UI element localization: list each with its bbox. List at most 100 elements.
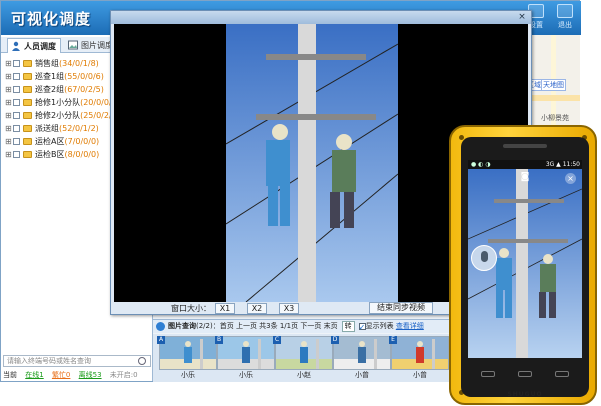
- phone-speaker: [503, 144, 547, 148]
- image-thumbnail[interactable]: C 小赵: [273, 336, 335, 380]
- end-sync-video-button[interactable]: 结束同步视频: [369, 302, 433, 314]
- thumbnail-picture[interactable]: [275, 336, 333, 370]
- microphone-icon[interactable]: [471, 245, 497, 271]
- expand-icon[interactable]: ⊞: [5, 99, 12, 107]
- group-count: (67/0/2/5): [64, 85, 104, 94]
- thumbnail-scene: [334, 339, 390, 369]
- group-name: 巡查1组: [35, 72, 65, 81]
- group-checkbox[interactable]: [13, 60, 20, 67]
- image-thumbnail[interactable]: A 小乐: [157, 336, 219, 380]
- group-name: 派送组: [35, 124, 59, 133]
- group-count: (55/0/0/6): [64, 72, 104, 81]
- image-query-title: 图片查询: [168, 322, 196, 330]
- expand-icon[interactable]: ⊞: [5, 125, 12, 133]
- map-place-label: 小柳景苑: [541, 114, 569, 122]
- screenshot-root: 可视化调度 设置 退出 × 人员调度: [0, 0, 601, 406]
- logout-button[interactable]: 退出: [552, 4, 578, 32]
- thumbnail-picture[interactable]: [217, 336, 275, 370]
- thumbnail-name: 小赵: [297, 371, 311, 379]
- close-icon[interactable]: ×: [517, 12, 527, 22]
- status-bar: 当前 在线1 繁忙0 离线53 未开启:0: [3, 370, 153, 380]
- group-label: 巡查2组(67/0/2/5): [35, 83, 104, 96]
- group-label: 抢修2小分队(25/0/2/8): [35, 109, 120, 122]
- folder-icon: [23, 138, 32, 145]
- expand-icon[interactable]: ⊞: [5, 86, 12, 94]
- video-window-titlebar[interactable]: ×: [111, 11, 531, 24]
- group-checkbox[interactable]: [13, 86, 20, 93]
- status-offline-link[interactable]: 离线53: [79, 371, 102, 379]
- size-x3-button[interactable]: X3: [279, 303, 299, 314]
- folder-icon: [23, 60, 32, 67]
- phone-back-key[interactable]: [555, 371, 569, 377]
- group-name: 运检A区: [35, 137, 65, 146]
- folder-icon: [23, 73, 32, 80]
- group-checkbox[interactable]: [13, 138, 20, 145]
- thumbnail-picture[interactable]: [333, 336, 391, 370]
- map-layer-tab[interactable]: 天地图: [541, 79, 566, 91]
- group-checkbox[interactable]: [13, 112, 20, 119]
- image-thumbnail[interactable]: D 小曾: [331, 336, 393, 380]
- thumbnail-picture[interactable]: [391, 336, 449, 370]
- group-label: 派送组(52/0/1/2): [35, 122, 99, 135]
- close-icon[interactable]: ×: [565, 173, 576, 184]
- logout-icon: [557, 4, 573, 18]
- folder-icon: [23, 99, 32, 106]
- group-count: (7/0/0/0): [64, 137, 100, 146]
- expand-icon[interactable]: ⊞: [5, 73, 12, 81]
- group-count: (52/0/1/2): [59, 124, 99, 133]
- tab-personnel-dispatch[interactable]: 人员调度: [7, 38, 61, 53]
- thumbnail-name: 小曾: [413, 371, 427, 379]
- status-online-link[interactable]: 在线1: [25, 371, 43, 379]
- expand-icon[interactable]: ⊞: [5, 151, 12, 159]
- show-list-label: 显示列表: [365, 322, 394, 330]
- thumbnail-letter: C: [273, 336, 281, 344]
- group-count: (8/0/0/0): [64, 150, 100, 159]
- group-checkbox[interactable]: [13, 125, 20, 132]
- size-x2-button[interactable]: X2: [247, 303, 267, 314]
- go-page-button[interactable]: 转: [341, 321, 355, 332]
- size-x1-button[interactable]: X1: [215, 303, 235, 314]
- group-label: 运检B区(8/0/0/0): [35, 148, 99, 161]
- status-busy-link[interactable]: 繁忙0: [52, 371, 70, 379]
- phone-status-icons: ● ◐ ◑: [471, 161, 491, 168]
- group-checkbox[interactable]: [13, 99, 20, 106]
- group-name: 销售组: [35, 59, 59, 68]
- search-input[interactable]: 请输入终端号码或姓名查询: [3, 355, 151, 367]
- thumbnail-scene: [276, 339, 332, 369]
- expand-icon[interactable]: ⊞: [5, 60, 12, 68]
- picture-icon: [68, 40, 78, 50]
- thumbnail-picture[interactable]: [159, 336, 217, 370]
- image-thumbnail[interactable]: E 小曾: [389, 336, 451, 380]
- group-checkbox[interactable]: [13, 151, 20, 158]
- group-checkbox[interactable]: [13, 73, 20, 80]
- thumbnail-scene: [218, 339, 274, 369]
- expand-icon[interactable]: ⊞: [5, 112, 12, 120]
- group-name: 运检B区: [35, 150, 65, 159]
- group-label: 销售组(34/0/1/8): [35, 57, 99, 70]
- show-list-checkbox[interactable]: [358, 321, 366, 334]
- rugged-phone: ● ◐ ◑ 3G ▲ 11:50 ◙ × SHUGUO: [449, 125, 597, 405]
- status-not-started: 未开启:0: [109, 371, 138, 379]
- image-thumbnail[interactable]: B 小乐: [215, 336, 277, 380]
- folder-icon: [23, 151, 32, 158]
- search-icon[interactable]: [138, 357, 146, 365]
- phone-brand-logo: SHUGUO: [507, 391, 543, 398]
- folder-icon: [23, 86, 32, 93]
- group-label: 运检A区(7/0/0/0): [35, 135, 99, 148]
- phone-menu-key[interactable]: [481, 371, 495, 377]
- thumbnail-name: 小乐: [181, 371, 195, 379]
- thumbnail-letter: A: [157, 336, 165, 344]
- thumbnail-letter: D: [331, 336, 339, 344]
- camera-switch-icon[interactable]: ◙: [519, 172, 531, 182]
- phone-home-key[interactable]: [518, 371, 532, 377]
- folder-icon: [23, 125, 32, 132]
- image-query-pager[interactable]: (2/2)：首页 上一页 共3条 1/1页 下一页 末页: [196, 322, 338, 330]
- group-label: 抢修1小分队(20/0/0/1): [35, 96, 120, 109]
- phone-body: ● ◐ ◑ 3G ▲ 11:50 ◙ × SHUGUO: [449, 125, 597, 405]
- folder-icon: [23, 112, 32, 119]
- view-detail-link[interactable]: 查看详细: [396, 322, 424, 330]
- logout-button-label: 退出: [558, 21, 572, 29]
- thumbnail-scene: [160, 339, 216, 369]
- thumbnail-name: 小曾: [355, 371, 369, 379]
- expand-icon[interactable]: ⊞: [5, 138, 12, 146]
